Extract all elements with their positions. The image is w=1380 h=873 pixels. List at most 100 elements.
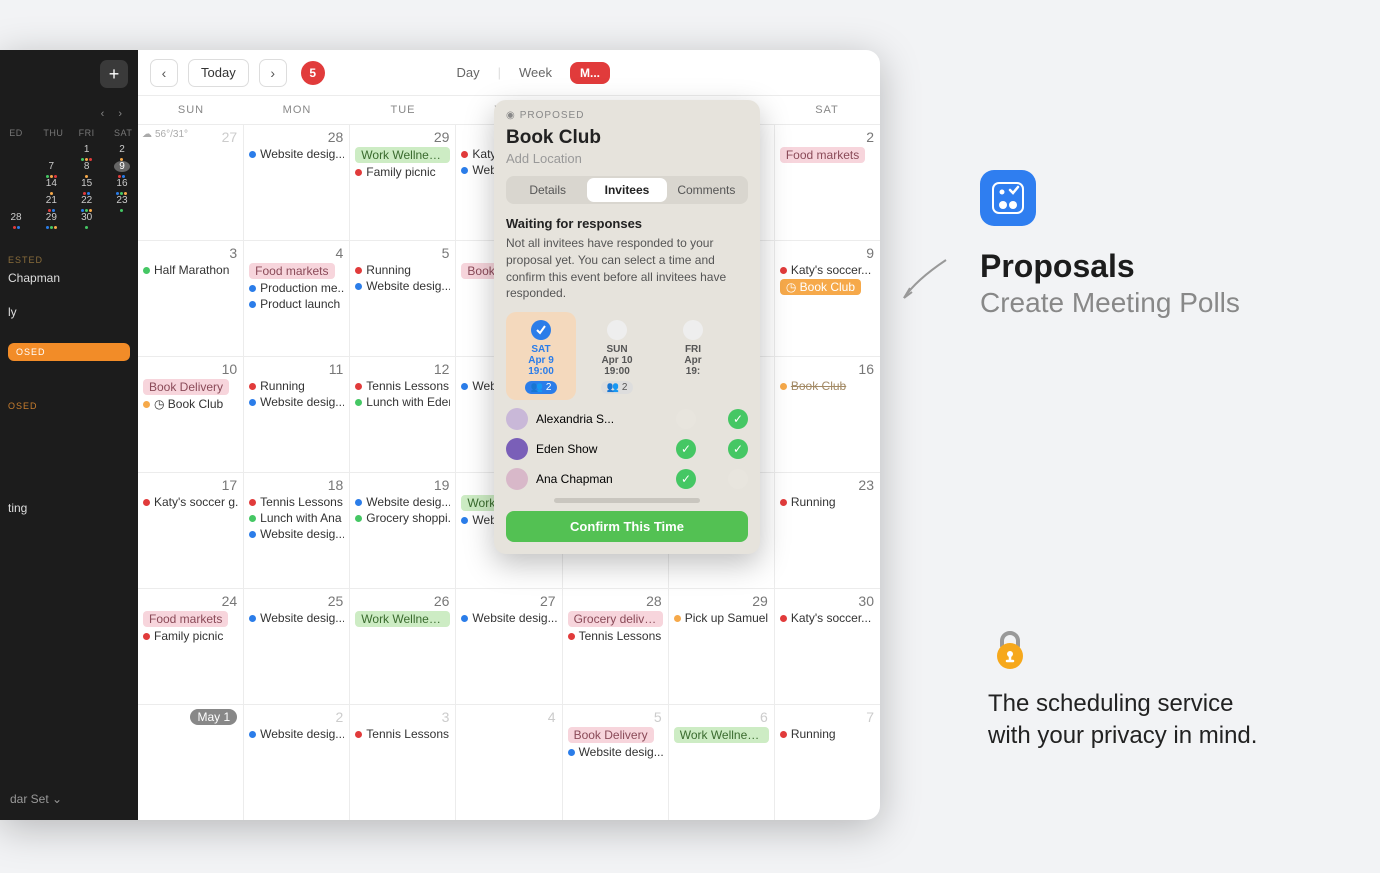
day-cell[interactable]: 19Website desig...Grocery shoppi... — [350, 473, 456, 588]
time-option[interactable]: SUNApr 1019:00👥 2 — [582, 312, 652, 400]
day-cell[interactable]: 29Work Wellness...Family picnic — [350, 125, 456, 240]
feature-privacy-text: The scheduling service with your privacy… — [988, 688, 1328, 753]
event-item[interactable]: Half Marathon — [143, 263, 238, 277]
event-item[interactable]: Katy's soccer... — [780, 263, 875, 277]
sidebar: + ‹ › EDTHUFRISAT 1278914151621222328293… — [0, 50, 138, 820]
view-week[interactable]: Week — [519, 65, 552, 80]
event-item[interactable]: Production me... — [249, 281, 344, 295]
day-cell[interactable]: 5Book DeliveryWebsite desig... — [563, 705, 669, 820]
day-cell[interactable]: 4Food marketsProduction me...Product lau… — [244, 241, 350, 356]
event-item[interactable]: Work Wellness... — [674, 727, 769, 743]
day-cell[interactable]: 3Half Marathon — [138, 241, 244, 356]
event-item[interactable]: Tennis Lessons — [355, 379, 450, 393]
new-event-button[interactable]: + — [100, 60, 128, 88]
day-cell[interactable]: 7Running — [775, 705, 880, 820]
event-item[interactable]: Website desig... — [355, 495, 450, 509]
add-location-field[interactable]: Add Location — [506, 151, 748, 166]
event-item[interactable]: Website desig... — [461, 611, 556, 625]
tab-comments[interactable]: Comments — [667, 178, 746, 202]
event-item[interactable]: Family picnic — [355, 165, 450, 179]
day-cell[interactable]: 27Website desig... — [456, 589, 562, 704]
event-item[interactable]: Tennis Lessons — [355, 727, 450, 741]
event-item[interactable]: Book Delivery — [143, 379, 238, 395]
event-item[interactable]: Katy's soccer g... — [143, 495, 238, 509]
event-item[interactable]: Website desig... — [355, 279, 450, 293]
day-cell[interactable]: 9Katy's soccer...◷ Book Club — [775, 241, 880, 356]
day-cell[interactable]: 30Katy's soccer... — [775, 589, 880, 704]
event-item[interactable]: Running — [249, 379, 344, 393]
day-cell[interactable]: 29Pick up Samuel — [669, 589, 775, 704]
response-icon: ✓ — [676, 439, 696, 459]
sidebar-item[interactable]: ly — [8, 305, 130, 319]
event-item[interactable]: Website desig... — [249, 147, 344, 161]
sidebar-proposed-badge[interactable]: OSED — [8, 343, 130, 361]
event-item[interactable]: Running — [780, 727, 875, 741]
event-item[interactable]: Product launch — [249, 297, 344, 311]
mini-prev-icon[interactable]: ‹ — [101, 108, 105, 120]
event-item[interactable]: Food markets — [780, 147, 875, 163]
day-cell[interactable]: 4 — [456, 705, 562, 820]
event-item[interactable]: ◷ Book Club — [780, 279, 875, 295]
day-cell[interactable]: 2Website desig... — [244, 705, 350, 820]
event-item[interactable]: Tennis Lessons — [568, 629, 663, 643]
event-item[interactable]: Work Wellness... — [355, 147, 450, 163]
prev-month-button[interactable]: ‹ — [150, 59, 178, 87]
sidebar-item[interactable]: ting — [8, 501, 130, 515]
tab-invitees[interactable]: Invitees — [587, 178, 666, 202]
day-cell[interactable]: 26Work Wellness... — [350, 589, 456, 704]
event-item[interactable]: Website desig... — [568, 745, 663, 759]
day-cell[interactable]: 28Grocery delive...Tennis Lessons — [563, 589, 669, 704]
scrollbar[interactable] — [554, 498, 699, 503]
popover-tabs: Details Invitees Comments — [506, 176, 748, 204]
notification-badge[interactable]: 5 — [301, 61, 325, 85]
day-cell[interactable]: 6Work Wellness... — [669, 705, 775, 820]
event-item[interactable]: Website desig... — [249, 395, 344, 409]
event-item[interactable]: Pick up Samuel — [674, 611, 769, 625]
event-item[interactable]: Website desig... — [249, 611, 344, 625]
day-cell[interactable]: 2Food markets — [775, 125, 880, 240]
event-item[interactable]: Food markets — [143, 611, 238, 627]
day-cell[interactable]: 23Running — [775, 473, 880, 588]
event-item[interactable]: Food markets — [249, 263, 344, 279]
event-item[interactable]: Website desig... — [249, 527, 344, 541]
day-cell[interactable]: 28Website desig... — [244, 125, 350, 240]
event-item[interactable]: Family picnic — [143, 629, 238, 643]
day-cell[interactable]: 3Tennis Lessons — [350, 705, 456, 820]
day-cell[interactable]: 11RunningWebsite desig... — [244, 357, 350, 472]
day-cell[interactable]: 18Tennis LessonsLunch with AnaWebsite de… — [244, 473, 350, 588]
day-cell[interactable]: 24Food marketsFamily picnic — [138, 589, 244, 704]
day-cell[interactable]: 16Book Club — [775, 357, 880, 472]
event-item[interactable]: Lunch with Eden — [355, 395, 450, 409]
today-button[interactable]: Today — [188, 59, 249, 87]
calendar-set-menu[interactable]: dar Set ⌄ — [10, 792, 62, 806]
day-cell[interactable]: 17Katy's soccer g... — [138, 473, 244, 588]
tab-details[interactable]: Details — [508, 178, 587, 202]
event-item[interactable]: Running — [780, 495, 875, 509]
day-cell[interactable]: 12Tennis LessonsLunch with Eden — [350, 357, 456, 472]
mini-next-icon[interactable]: › — [118, 108, 122, 120]
event-item[interactable]: Website desig... — [249, 727, 344, 741]
time-option[interactable]: FRIApr19: — [658, 312, 728, 400]
event-item[interactable]: Book Delivery — [568, 727, 663, 743]
event-item[interactable]: Lunch with Ana — [249, 511, 344, 525]
day-cell[interactable]: 10Book Delivery◷ Book Club — [138, 357, 244, 472]
event-item[interactable]: Running — [355, 263, 450, 277]
day-cell[interactable]: 25Website desig... — [244, 589, 350, 704]
day-cell[interactable]: 27☁56°/31° — [138, 125, 244, 240]
event-item[interactable]: Work Wellness... — [355, 611, 450, 627]
event-item[interactable]: Book Club — [780, 379, 875, 393]
view-day[interactable]: Day — [456, 65, 479, 80]
chevron-down-icon: ⌄ — [52, 792, 62, 806]
event-item[interactable]: Tennis Lessons — [249, 495, 344, 509]
event-item[interactable]: ◷ Book Club — [143, 397, 238, 411]
next-month-button[interactable]: › — [259, 59, 287, 87]
confirm-time-button[interactable]: Confirm This Time — [506, 511, 748, 542]
view-month[interactable]: M... — [570, 62, 610, 84]
invitee-row: Eden Show✓✓ — [506, 438, 748, 460]
event-item[interactable]: Grocery shoppi... — [355, 511, 450, 525]
event-item[interactable]: Katy's soccer... — [780, 611, 875, 625]
event-item[interactable]: Grocery delive... — [568, 611, 663, 627]
day-cell[interactable]: May 1 — [138, 705, 244, 820]
day-cell[interactable]: 5RunningWebsite desig... — [350, 241, 456, 356]
time-option[interactable]: SATApr 919:00👥 2 — [506, 312, 576, 400]
